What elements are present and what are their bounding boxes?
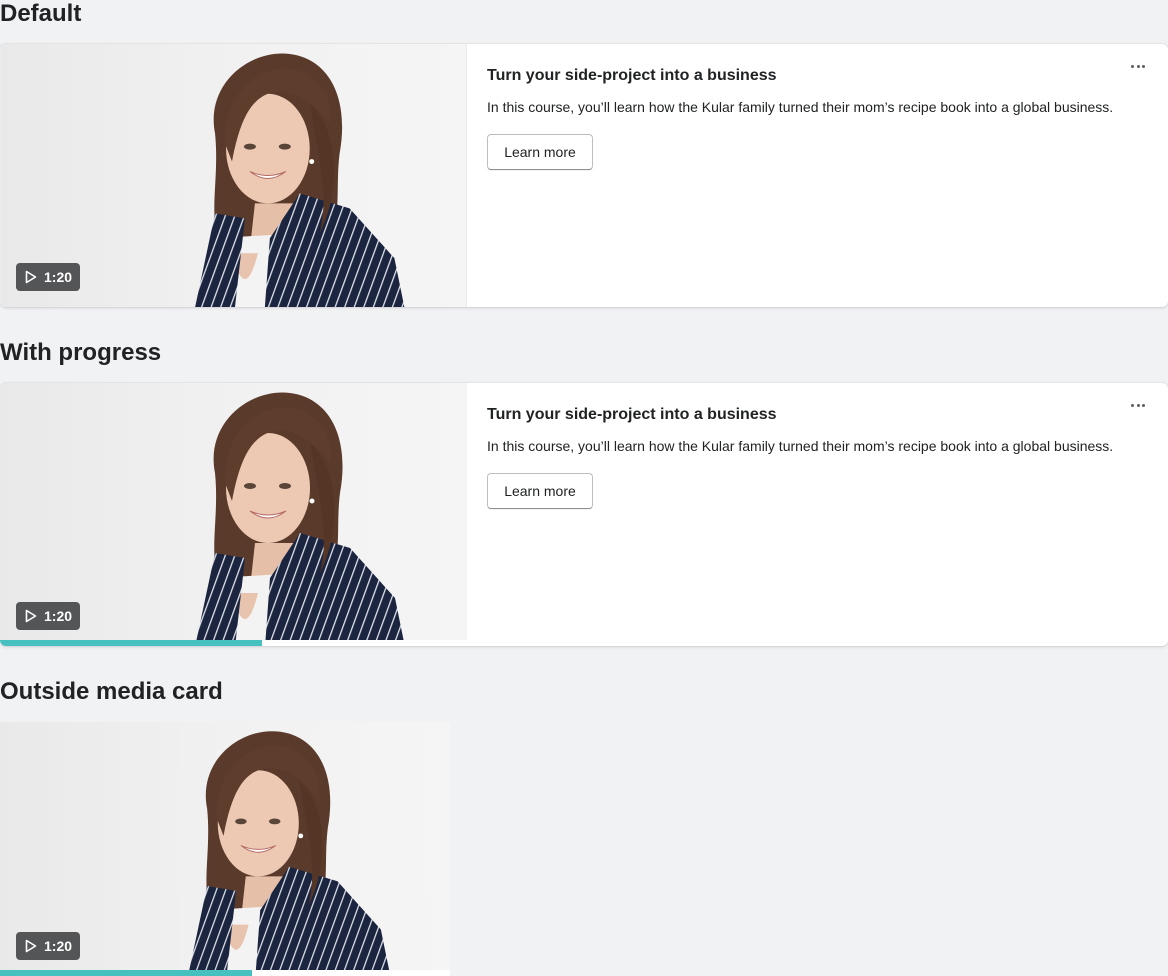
- media-card-default: 1:20 Turn your side-project into a busin…: [0, 44, 1168, 307]
- card-description: In this course, you’ll learn how the Kul…: [487, 99, 1114, 115]
- learn-more-button[interactable]: Learn more: [487, 473, 593, 509]
- horizontal-dots-icon: [1130, 64, 1147, 68]
- progress-bar-fill: [0, 640, 262, 646]
- card-title: Turn your side-project into a business: [487, 406, 777, 423]
- section-heading-outside-media-card: Outside media card: [0, 678, 223, 705]
- horizontal-dots-icon: [1130, 403, 1147, 407]
- card-description: In this course, you’ll learn how the Kul…: [487, 438, 1114, 454]
- video-duration-badge[interactable]: 1:20: [16, 602, 80, 630]
- section-heading-default: Default: [0, 0, 82, 27]
- learn-more-button[interactable]: Learn more: [487, 134, 593, 170]
- play-icon: [25, 270, 37, 284]
- card-content: Turn your side-project into a business I…: [487, 67, 1128, 170]
- media-thumbnail[interactable]: 1:20: [0, 383, 467, 640]
- progress-bar: [0, 970, 450, 976]
- video-duration: 1:20: [44, 938, 73, 954]
- play-icon: [25, 609, 37, 623]
- video-duration-badge[interactable]: 1:20: [16, 932, 80, 960]
- more-actions-button[interactable]: [1126, 58, 1150, 74]
- media-card-with-progress: 1:20 Turn your side-project into a busin…: [0, 383, 1168, 646]
- media-thumbnail[interactable]: 1:20: [0, 44, 467, 307]
- card-title: Turn your side-project into a business: [487, 67, 777, 84]
- video-duration: 1:20: [44, 269, 73, 285]
- play-icon: [25, 939, 37, 953]
- section-heading-with-progress: With progress: [0, 339, 162, 366]
- standalone-video-thumbnail: 1:20: [0, 722, 450, 976]
- video-duration-badge[interactable]: 1:20: [16, 263, 80, 291]
- card-content: Turn your side-project into a business I…: [487, 406, 1128, 509]
- progress-bar: [0, 640, 467, 646]
- more-actions-button[interactable]: [1126, 397, 1150, 413]
- progress-bar-fill: [0, 970, 252, 976]
- video-duration: 1:20: [44, 608, 73, 624]
- media-thumbnail[interactable]: 1:20: [0, 722, 450, 970]
